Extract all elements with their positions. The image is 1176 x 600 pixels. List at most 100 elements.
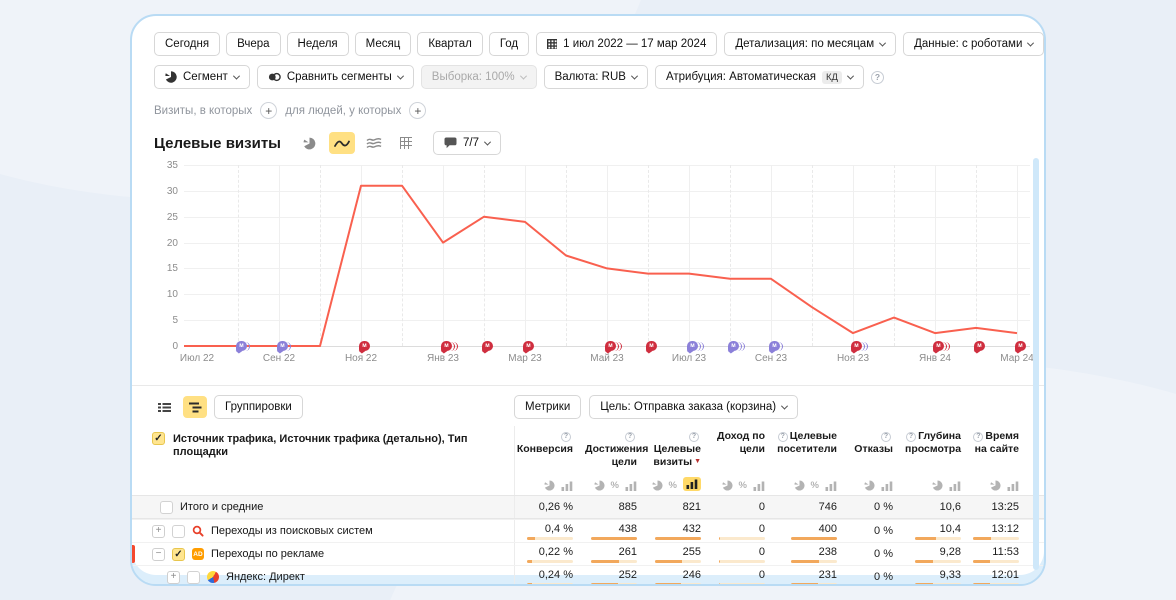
annotation-marker-icon[interactable]: м bbox=[277, 341, 293, 353]
column-help-icon[interactable]: ? bbox=[973, 432, 983, 442]
vertical-scrollbar[interactable] bbox=[1033, 158, 1039, 570]
annotation-marker-icon[interactable]: м bbox=[687, 341, 703, 353]
row-checkbox[interactable] bbox=[172, 525, 185, 538]
help-icon[interactable]: ? bbox=[871, 71, 884, 84]
grouping-label: Группировки bbox=[225, 401, 292, 413]
annotation-marker-icon[interactable]: м bbox=[523, 341, 539, 353]
stacked-area-view-icon[interactable] bbox=[361, 132, 387, 154]
column-header-1[interactable]: ?Достижения цели% bbox=[585, 426, 649, 495]
period-button-1[interactable]: Вчера bbox=[226, 32, 280, 56]
data-mode-dropdown[interactable]: Данные: с роботами bbox=[903, 32, 1044, 56]
period-button-4[interactable]: Квартал bbox=[417, 32, 482, 56]
annotation-marker-icon[interactable]: м bbox=[441, 341, 457, 353]
bars-mode-icon[interactable] bbox=[625, 481, 637, 491]
metrics-button[interactable]: Метрики bbox=[514, 395, 581, 419]
pie-mode-icon[interactable] bbox=[544, 480, 555, 491]
table-row[interactable]: +Переходы из поисковых систем0,4 %438432… bbox=[132, 519, 1044, 542]
pie-mode-icon[interactable] bbox=[932, 480, 943, 491]
yandex-direct-icon bbox=[207, 571, 219, 583]
table-toolbar-right: Метрики Цель: Отправка заказа (корзина) bbox=[514, 395, 1030, 419]
pie-mode-icon[interactable] bbox=[990, 480, 1001, 491]
column-header-label: ?Отказы bbox=[849, 430, 893, 456]
pct-mode-icon[interactable]: % bbox=[669, 480, 677, 491]
attribution-dropdown[interactable]: Атрибуция: Автоматическая КД bbox=[655, 65, 864, 89]
metric-value: 0 bbox=[759, 569, 765, 581]
bars-mode-icon[interactable] bbox=[1007, 481, 1019, 491]
add-visits-filter-button[interactable]: + bbox=[260, 102, 277, 119]
annotation-marker-icon[interactable]: м bbox=[769, 341, 785, 353]
annotation-marker-icon[interactable]: м bbox=[933, 341, 949, 353]
bars-mode-icon[interactable] bbox=[949, 481, 961, 491]
column-header-4[interactable]: ?Целевые посетители% bbox=[777, 426, 849, 495]
column-header-6[interactable]: ?Глубина просмотра bbox=[905, 426, 973, 495]
bars-mode-icon[interactable] bbox=[825, 481, 837, 491]
annotation-marker-icon[interactable]: м bbox=[646, 341, 662, 353]
filters-row: Визиты, в которых + для людей, у которых… bbox=[154, 102, 1026, 119]
bars-mode-icon[interactable] bbox=[561, 481, 573, 491]
table-row[interactable]: −✓ADПереходы по рекламе0,22 %26125502380… bbox=[132, 542, 1044, 565]
period-button-2[interactable]: Неделя bbox=[287, 32, 349, 56]
pct-mode-icon[interactable]: % bbox=[611, 480, 619, 491]
tree-view-icon[interactable] bbox=[183, 396, 207, 418]
pie-mode-icon[interactable] bbox=[594, 480, 605, 491]
marker-bubble: м bbox=[1015, 341, 1026, 351]
chart-plot-area[interactable] bbox=[184, 165, 1030, 347]
date-range-button[interactable]: 1 июл 2022 — 17 мар 2024 bbox=[536, 32, 717, 56]
row-checkbox[interactable] bbox=[160, 501, 173, 514]
column-help-icon[interactable]: ? bbox=[689, 432, 699, 442]
row-checkbox[interactable]: ✓ bbox=[172, 548, 185, 561]
sampling-dropdown[interactable]: Выборка: 100% bbox=[421, 65, 537, 89]
column-help-icon[interactable]: ? bbox=[881, 432, 891, 442]
pie-chart-view-icon[interactable] bbox=[297, 132, 323, 154]
pie-mode-icon[interactable] bbox=[722, 480, 733, 491]
annotation-marker-icon[interactable]: м bbox=[1015, 341, 1031, 353]
table-view-icon[interactable] bbox=[393, 132, 419, 154]
column-header-5[interactable]: ?Отказы bbox=[849, 426, 905, 495]
pct-mode-icon[interactable]: % bbox=[739, 480, 747, 491]
annotation-marker-icon[interactable]: м bbox=[236, 341, 252, 353]
annotation-marker-icon[interactable]: м bbox=[728, 341, 744, 353]
row-checkbox[interactable] bbox=[187, 571, 200, 584]
annotation-marker-icon[interactable]: м bbox=[974, 341, 990, 353]
bars-mode-icon[interactable] bbox=[683, 477, 701, 491]
annotations-dropdown[interactable]: 7/7 bbox=[433, 131, 501, 155]
bars-mode-icon[interactable] bbox=[881, 481, 893, 491]
expand-row-button[interactable]: + bbox=[167, 571, 180, 584]
segment-dropdown[interactable]: Сегмент bbox=[154, 65, 250, 89]
column-help-icon[interactable]: ? bbox=[561, 432, 571, 442]
grouping-button[interactable]: Группировки bbox=[214, 395, 303, 419]
metric-share-bar bbox=[655, 560, 701, 563]
table-row[interactable]: Итого и средние0,26 %88582107460 %10,613… bbox=[132, 495, 1044, 519]
pie-mode-icon[interactable] bbox=[652, 480, 663, 491]
column-help-icon[interactable]: ? bbox=[906, 432, 916, 442]
collapse-row-button[interactable]: − bbox=[152, 548, 165, 561]
annotation-marker-icon[interactable]: м bbox=[851, 341, 867, 353]
column-header-3[interactable]: Доход по цели% bbox=[713, 426, 777, 495]
add-people-filter-button[interactable]: + bbox=[409, 102, 426, 119]
compare-segments-dropdown[interactable]: Сравнить сегменты bbox=[257, 65, 414, 89]
detail-dropdown[interactable]: Детализация: по месяцам bbox=[724, 32, 896, 56]
pie-mode-icon[interactable] bbox=[794, 480, 805, 491]
currency-dropdown[interactable]: Валюта: RUB bbox=[544, 65, 648, 89]
pct-mode-icon[interactable]: % bbox=[811, 480, 819, 491]
goal-dropdown[interactable]: Цель: Отправка заказа (корзина) bbox=[589, 395, 798, 419]
table-row[interactable]: +Яндекс: Директ0,24 %25224602310 %9,3312… bbox=[132, 565, 1044, 586]
column-header-0[interactable]: ?Конверсия bbox=[515, 426, 585, 495]
period-button-3[interactable]: Месяц bbox=[355, 32, 412, 56]
column-header-label: ?Достижения цели bbox=[585, 430, 637, 469]
period-button-5[interactable]: Год bbox=[489, 32, 529, 56]
column-header-7[interactable]: ?Время на сайте bbox=[973, 426, 1031, 495]
bars-mode-icon[interactable] bbox=[753, 481, 765, 491]
annotation-marker-icon[interactable]: м bbox=[605, 341, 621, 353]
expand-row-button[interactable]: + bbox=[152, 525, 165, 538]
annotation-marker-icon[interactable]: м bbox=[359, 341, 375, 353]
line-chart-view-icon[interactable] bbox=[329, 132, 355, 154]
period-button-0[interactable]: Сегодня bbox=[154, 32, 220, 56]
select-all-checkbox[interactable]: ✓ bbox=[152, 432, 165, 445]
pie-mode-icon[interactable] bbox=[864, 480, 875, 491]
flat-list-view-icon[interactable] bbox=[152, 396, 176, 418]
annotation-marker-icon[interactable]: м bbox=[482, 341, 498, 353]
column-help-icon[interactable]: ? bbox=[625, 432, 635, 442]
column-help-icon[interactable]: ? bbox=[778, 432, 788, 442]
column-header-2[interactable]: ?Целевые визиты ▼% bbox=[649, 426, 713, 495]
